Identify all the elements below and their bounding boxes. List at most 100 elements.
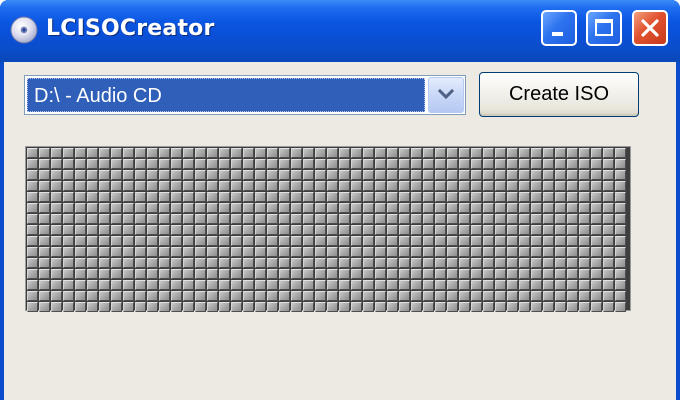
block-cell (195, 148, 206, 158)
minimize-button[interactable] (541, 10, 577, 46)
block-cell (51, 280, 62, 290)
block-cell (579, 181, 590, 191)
block-cell (219, 291, 230, 301)
close-button[interactable] (632, 10, 668, 46)
block-cell (231, 148, 242, 158)
block-cell (363, 291, 374, 301)
block-cell (363, 236, 374, 246)
block-cell (291, 269, 302, 279)
block-cell (567, 302, 578, 312)
block-cell (231, 269, 242, 279)
create-iso-button[interactable]: Create ISO (479, 72, 639, 117)
block-cell (255, 258, 266, 268)
block-cell (171, 225, 182, 235)
block-cell (339, 170, 350, 180)
block-cell (99, 192, 110, 202)
block-cell (543, 236, 554, 246)
block-cell (27, 258, 38, 268)
block-cell (183, 192, 194, 202)
block-cell (183, 258, 194, 268)
block-cell (339, 302, 350, 312)
block-cell (615, 181, 626, 191)
block-cell (135, 269, 146, 279)
block-cell (615, 159, 626, 169)
block-cell (435, 170, 446, 180)
block-cell (171, 181, 182, 191)
block-cell (339, 291, 350, 301)
block-cell (567, 214, 578, 224)
block-cell (135, 291, 146, 301)
block-cell (267, 192, 278, 202)
block-cell (615, 236, 626, 246)
block-cell (579, 302, 590, 312)
block-cell (51, 159, 62, 169)
block-cell (495, 203, 506, 213)
block-cell (75, 280, 86, 290)
block-cell (159, 269, 170, 279)
block-cell (495, 258, 506, 268)
block-cell (483, 269, 494, 279)
block-cell (543, 269, 554, 279)
block-cell (447, 148, 458, 158)
block-cell (447, 181, 458, 191)
block-cell (63, 170, 74, 180)
block-cell (99, 214, 110, 224)
block-cell (27, 192, 38, 202)
block-cell (231, 225, 242, 235)
block-cell (219, 181, 230, 191)
block-cell (435, 225, 446, 235)
block-cell (579, 148, 590, 158)
block-cell (195, 236, 206, 246)
block-cell (603, 280, 614, 290)
block-cell (603, 225, 614, 235)
block-cell (243, 148, 254, 158)
block-cell (363, 258, 374, 268)
block-cell (315, 170, 326, 180)
block-cell (507, 214, 518, 224)
block-cell (507, 269, 518, 279)
block-cell (351, 291, 362, 301)
block-cell (543, 181, 554, 191)
drive-select-value[interactable]: D:\ - Audio CD (27, 78, 425, 112)
block-cell (399, 192, 410, 202)
block-cell (459, 236, 470, 246)
block-cell (111, 192, 122, 202)
block-cell (495, 192, 506, 202)
block-cell (603, 236, 614, 246)
block-cell (159, 258, 170, 268)
block-cell (183, 236, 194, 246)
block-cell (387, 258, 398, 268)
block-cell (195, 269, 206, 279)
block-cell (471, 302, 482, 312)
block-cell (27, 225, 38, 235)
block-cell (351, 148, 362, 158)
block-cell (231, 302, 242, 312)
block-cell (27, 302, 38, 312)
drive-select-dropdown-button[interactable] (428, 77, 464, 113)
block-cell (195, 192, 206, 202)
block-cell (315, 258, 326, 268)
block-cell (291, 280, 302, 290)
block-cell (423, 280, 434, 290)
block-cell (435, 181, 446, 191)
block-cell (411, 258, 422, 268)
maximize-button[interactable] (586, 10, 622, 46)
title-bar[interactable]: LCISOCreator (0, 0, 680, 62)
drive-select[interactable]: D:\ - Audio CD (24, 75, 466, 115)
block-cell (255, 225, 266, 235)
block-cell (567, 291, 578, 301)
block-cell (219, 159, 230, 169)
block-cell (27, 170, 38, 180)
block-cell (387, 181, 398, 191)
block-cell (471, 214, 482, 224)
block-cell (579, 203, 590, 213)
block-cell (87, 291, 98, 301)
block-cell (519, 236, 530, 246)
block-cell (231, 291, 242, 301)
block-cell (63, 214, 74, 224)
block-cell (483, 170, 494, 180)
block-cell (291, 214, 302, 224)
block-cell (279, 291, 290, 301)
block-cell (171, 247, 182, 257)
block-cell (183, 247, 194, 257)
